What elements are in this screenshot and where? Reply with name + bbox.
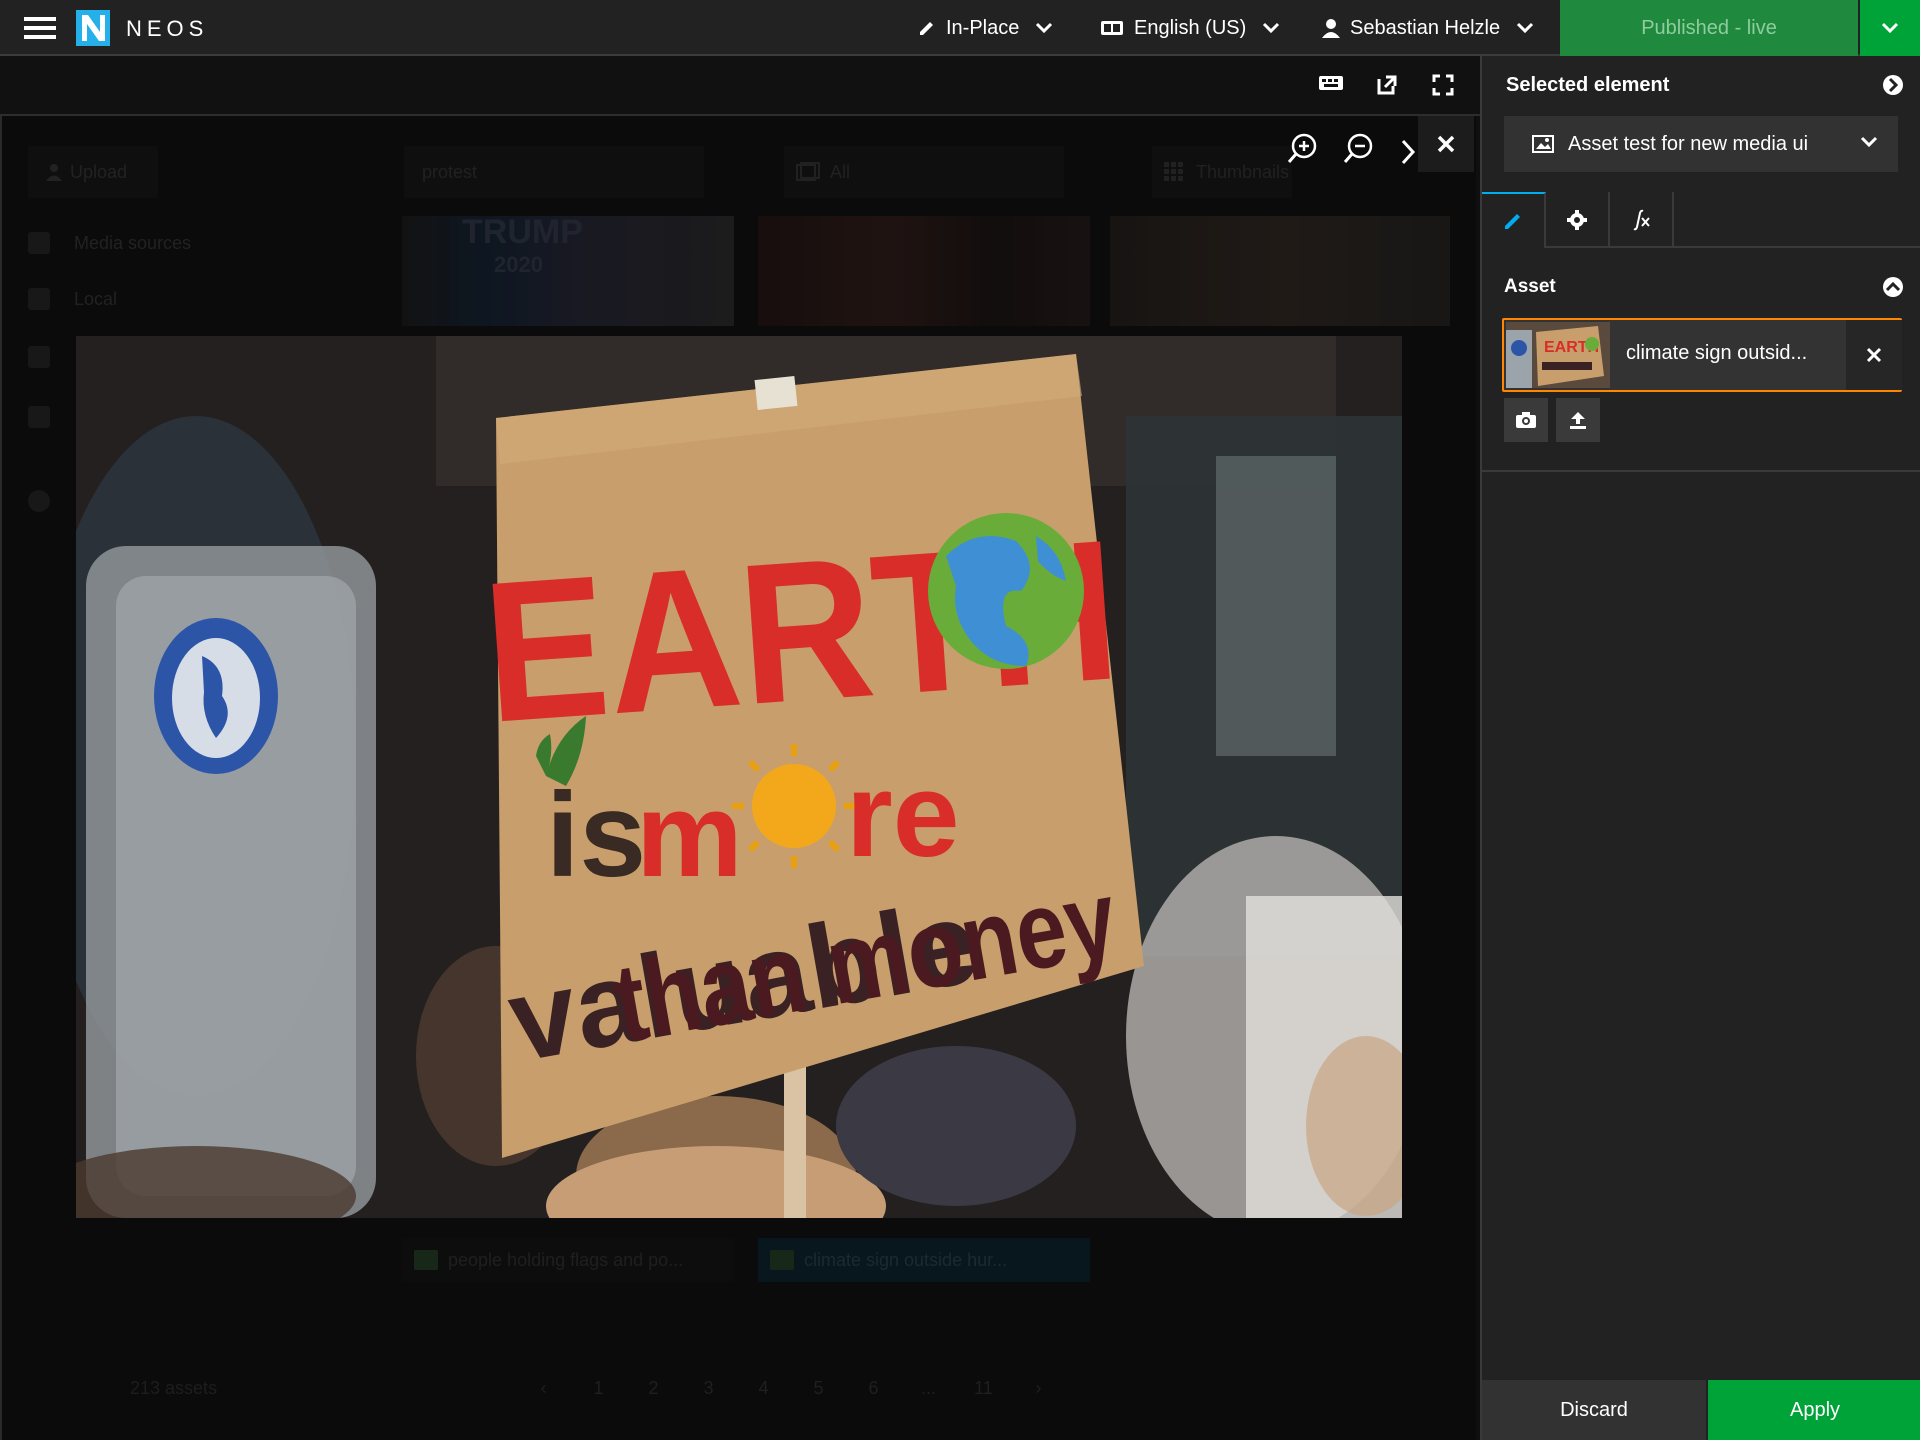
chevron-down-icon	[1035, 22, 1053, 34]
discard-button[interactable]: Discard	[1482, 1380, 1706, 1440]
tab-content[interactable]	[1482, 192, 1546, 248]
inspector-header: Selected element	[1482, 56, 1920, 116]
chevron-right-icon	[1400, 138, 1420, 166]
upload-asset-button[interactable]	[1556, 398, 1600, 442]
tab-meta[interactable]	[1610, 192, 1674, 248]
hamburger-icon	[14, 16, 62, 40]
pencil-icon	[918, 19, 936, 37]
publish-menu-button[interactable]	[1860, 0, 1920, 56]
asset-editor-field[interactable]: EARTH climate sign outsid...	[1502, 318, 1902, 392]
zoom-in-button[interactable]	[1286, 132, 1322, 168]
property-group-title: Asset	[1504, 276, 1556, 297]
edit-mode-selector[interactable]: In-Place	[918, 0, 1053, 56]
language-label: English (US)	[1134, 16, 1247, 39]
inspector-tabs	[1482, 192, 1920, 248]
expand-icon	[1432, 74, 1460, 96]
sign-text-is: is	[546, 768, 646, 902]
fullscreen-button[interactable]	[1432, 74, 1460, 100]
tab-settings[interactable]	[1546, 192, 1610, 248]
chevron-down-icon	[1262, 22, 1280, 34]
sign-text-m: m	[636, 768, 743, 902]
apply-button[interactable]: Apply	[1708, 1380, 1920, 1440]
user-icon	[1322, 18, 1340, 38]
chevron-down-icon	[1860, 136, 1878, 148]
language-selector[interactable]: English (US)	[1100, 0, 1280, 56]
asset-thumbnail-image: EARTH	[1506, 322, 1610, 388]
publish-button[interactable]: Published - live	[1560, 0, 1858, 56]
inspector-panel: Selected element Asset test for new medi…	[1480, 56, 1920, 1440]
preview-mode-button[interactable]	[1318, 74, 1346, 100]
keyboard-icon	[1318, 74, 1346, 92]
upload-icon	[1568, 410, 1588, 430]
function-icon	[1630, 209, 1652, 231]
zoom-in-icon	[1286, 132, 1322, 166]
group-toggle-button[interactable]	[1882, 276, 1904, 298]
edit-mode-label: In-Place	[946, 16, 1020, 39]
node-type-label: Asset test for new media ui	[1568, 132, 1809, 155]
zoom-out-button[interactable]	[1342, 132, 1378, 168]
chevron-down-icon	[1516, 22, 1534, 34]
asset-filename: climate sign outsid...	[1626, 342, 1808, 364]
close-icon	[1866, 347, 1882, 363]
media-browser-button[interactable]	[1504, 398, 1548, 442]
camera-icon	[1515, 411, 1537, 429]
divider	[1482, 470, 1920, 472]
sign-text-re: re	[846, 748, 959, 882]
pencil-icon	[1502, 210, 1524, 232]
external-link-icon	[1376, 74, 1404, 96]
brand-name: NEOS	[126, 16, 209, 41]
node-type-selector[interactable]: Asset test for new media ui	[1504, 116, 1898, 172]
asset-preview-image: EARTH is m re valuable than money	[76, 336, 1402, 1218]
collapse-inspector-button[interactable]	[1882, 74, 1904, 96]
close-preview-button[interactable]	[1418, 116, 1474, 172]
image-icon	[1532, 135, 1554, 153]
next-asset-button[interactable]	[1400, 138, 1420, 168]
zoom-out-icon	[1342, 132, 1378, 166]
chevron-down-icon	[1881, 22, 1899, 34]
close-icon	[1436, 134, 1456, 154]
top-bar: NEOS In-Place English (US) Sebastian Hel…	[0, 0, 1920, 56]
menu-toggle-button[interactable]	[14, 10, 62, 46]
media-browser: Upload protest All Thumbnails Media sour…	[0, 116, 1476, 1440]
chevron-circle-right-icon	[1882, 74, 1904, 96]
content-toolbar	[0, 56, 1480, 116]
neos-logo-icon[interactable]	[76, 10, 110, 46]
user-menu[interactable]: Sebastian Helzle	[1322, 0, 1534, 56]
user-name: Sebastian Helzle	[1350, 16, 1501, 39]
language-icon	[1100, 20, 1124, 36]
chevron-circle-up-icon	[1882, 276, 1904, 298]
inspector-title: Selected element	[1506, 74, 1670, 96]
gear-icon	[1566, 209, 1588, 231]
open-external-button[interactable]	[1376, 74, 1404, 100]
remove-asset-button[interactable]	[1846, 320, 1902, 390]
property-group-header[interactable]: Asset	[1482, 256, 1920, 314]
